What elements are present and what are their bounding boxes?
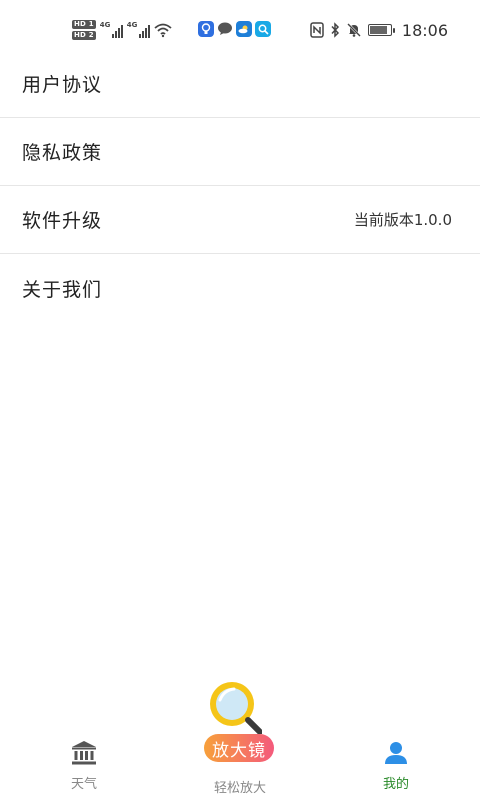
menu-item-label: 关于我们: [22, 278, 103, 301]
menu-item-privacy-policy[interactable]: 隐私政策: [0, 118, 480, 186]
tab-magnifier[interactable]: 放大镜 轻松放大: [196, 678, 284, 796]
nfc-icon: [310, 22, 324, 38]
status-bar: HD 1 HD 2 4G 4G 18:06: [0, 0, 480, 56]
menu-item-software-update[interactable]: 软件升级 当前版本1.0.0: [0, 186, 480, 254]
user-icon: [385, 742, 407, 764]
menu-item-label: 软件升级: [22, 210, 103, 232]
tab-magnifier-label: 轻松放大: [213, 781, 266, 796]
network-type-1: 4G: [99, 21, 111, 29]
weather-app-icon: [236, 21, 252, 37]
tab-mine[interactable]: 我的: [376, 739, 416, 792]
menu-item-user-agreement[interactable]: 用户协议: [0, 50, 480, 118]
search-app-icon: [255, 21, 271, 37]
signal-strength-icon: 4G: [99, 21, 123, 38]
signal-strength-icon-2: 4G: [126, 21, 150, 38]
network-type-2: 4G: [126, 21, 138, 29]
bulb-app-icon: [198, 21, 214, 37]
current-version-text: 当前版本1.0.0: [353, 211, 452, 229]
tab-weather[interactable]: 天气: [64, 739, 104, 792]
battery-icon: [367, 24, 395, 36]
signal-group: HD 1 HD 2 4G 4G: [72, 16, 172, 44]
system-status: 18:06: [310, 20, 448, 40]
clock: 18:06: [401, 20, 448, 40]
notification-apps: [198, 21, 271, 37]
mute-icon: [347, 23, 361, 37]
bluetooth-icon: [331, 22, 339, 38]
bank-icon: [72, 741, 96, 765]
screen: HD 1 HD 2 4G 4G 18:06 用户协议 隐私政策 软件升级 当前版…: [0, 0, 480, 800]
wifi-icon: [154, 23, 172, 38]
tab-weather-label: 天气: [70, 777, 97, 792]
magnifier-badge: 放大镜: [204, 734, 274, 762]
menu-item-label: 用户协议: [22, 74, 103, 96]
bottom-nav: 天气 放大镜 轻松放大 我的: [0, 682, 480, 800]
hd-indicators: HD 1 HD 2: [72, 20, 96, 40]
hd2-badge: HD 2: [72, 31, 96, 40]
magnifier-icon: [210, 682, 262, 734]
tab-mine-label: 我的: [382, 777, 409, 792]
settings-menu: 用户协议 隐私政策 软件升级 当前版本1.0.0 关于我们: [0, 50, 480, 322]
hd1-badge: HD 1: [72, 20, 96, 29]
message-app-icon: [217, 21, 233, 37]
menu-item-label: 隐私政策: [22, 142, 103, 164]
menu-item-about-us[interactable]: 关于我们: [0, 254, 480, 322]
